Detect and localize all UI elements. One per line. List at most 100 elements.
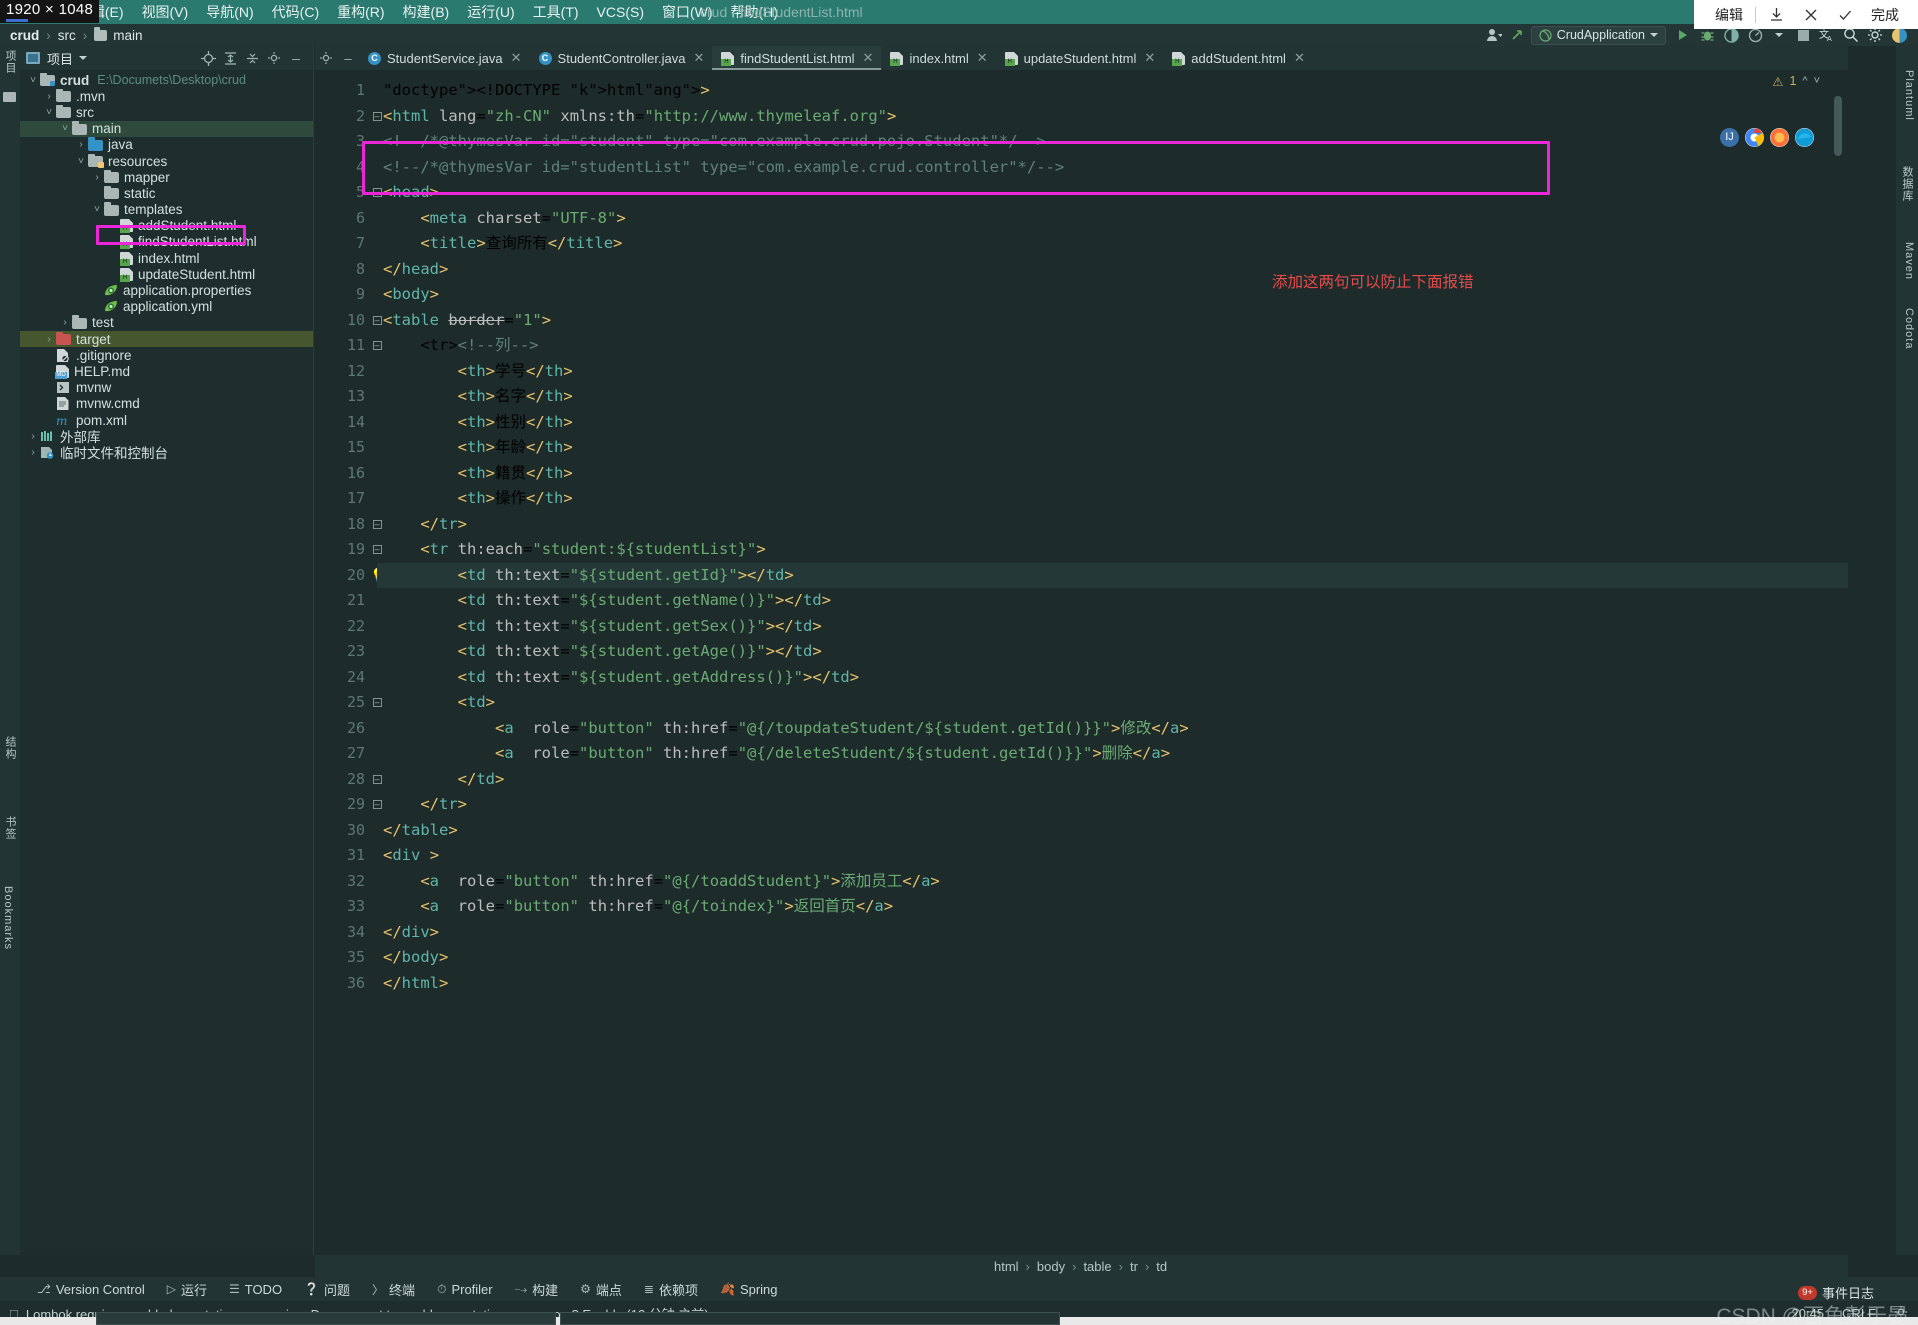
capture-edit-button[interactable]: 编辑 xyxy=(1706,0,1752,29)
code-line[interactable]: "doctype"><!DOCTYPE "k">html"ang">> xyxy=(377,78,1848,104)
breadcrumb-main[interactable]: main xyxy=(113,28,142,43)
tree-expand-arrow[interactable]: ˅ xyxy=(26,75,40,86)
tool-window-button--[interactable]: ▷ 运行 xyxy=(156,1280,218,1299)
menu-item-view[interactable]: 视图(V) xyxy=(133,0,198,24)
expand-all-icon[interactable] xyxy=(219,47,241,69)
tree-node-application-properties[interactable]: › application.properties xyxy=(20,282,313,298)
hide-editor-icon[interactable]: – xyxy=(337,46,359,70)
user-icon[interactable] xyxy=(1483,25,1505,45)
tree-node-resources[interactable]: ˅ resources xyxy=(20,153,313,169)
tool-window-maven-label[interactable]: Maven xyxy=(1903,242,1915,280)
tool-window-button-profiler[interactable]: ⏱ Profiler xyxy=(426,1282,504,1297)
tool-window-database-label[interactable]: 数据库 xyxy=(1899,166,1915,202)
tree-node-mvnw-cmd[interactable]: › mvnw.cmd xyxy=(20,396,313,412)
tree-expand-arrow[interactable]: › xyxy=(42,334,56,345)
tool-window-button--[interactable]: ❔ 问题 xyxy=(293,1280,361,1299)
tree-expand-arrow[interactable]: ˅ xyxy=(42,107,56,118)
tree-node-main[interactable]: ˅ main xyxy=(20,120,313,137)
close-icon[interactable]: ✕ xyxy=(511,50,522,66)
editor-tab-studentservice-java[interactable]: C StudentService.java ✕ xyxy=(359,46,530,70)
gear-icon[interactable] xyxy=(263,47,285,69)
code-line[interactable]: </div> xyxy=(377,920,1848,946)
tree-node-test[interactable]: › test xyxy=(20,315,313,331)
code-line[interactable]: </head> xyxy=(377,257,1848,283)
tool-window-bookmarks-label[interactable]: 书签 xyxy=(2,816,18,840)
editor-breadcrumb-tr[interactable]: tr xyxy=(1130,1259,1138,1274)
tree-node-crud[interactable]: ˅ crud E:\Documets\Desktop\crud xyxy=(20,72,313,88)
collapse-all-icon[interactable] xyxy=(241,47,263,69)
inspection-widget[interactable]: ⚠ 1 ^ ˅ xyxy=(1736,70,1824,92)
code-line[interactable]: <td th:text="${student.getAge()}"></td> xyxy=(377,639,1848,665)
editor-tab-updatestudent-html[interactable]: updateStudent.html ✕ xyxy=(996,46,1164,70)
tree-expand-arrow[interactable]: › xyxy=(58,317,72,328)
code-line[interactable]: <head> xyxy=(377,180,1848,206)
code-line[interactable]: </tr> xyxy=(377,512,1848,538)
editor-breadcrumb-body[interactable]: body xyxy=(1037,1259,1065,1274)
code-line[interactable]: <td th:text="${student.getId}"></td> xyxy=(377,562,1848,588)
code-editor[interactable]: 1 2 3 4 5 6 7 8 9 10 11 12 13 14 15 16 17 18 19 20 21 22 23 24 2… xyxy=(315,70,1848,1255)
menu-item-tools[interactable]: 工具(T) xyxy=(524,0,588,24)
code-line[interactable]: <th>籍贯</th> xyxy=(377,461,1848,487)
ide-browser-icon[interactable]: IJ xyxy=(1720,128,1739,147)
hide-panel-icon[interactable]: – xyxy=(285,47,307,69)
tool-window-button--[interactable]: ⤍ 构建 xyxy=(504,1280,570,1299)
tool-window-button-spring[interactable]: 🍂 Spring xyxy=(709,1282,789,1297)
tool-window-structure-label[interactable]: 结构 xyxy=(2,736,18,760)
menu-item-code[interactable]: 代码(C) xyxy=(263,0,328,24)
tree-node--[interactable]: › 临时文件和控制台 xyxy=(20,444,313,461)
tree-node-index-html[interactable]: › index.html xyxy=(20,250,313,266)
run-icon[interactable] xyxy=(1672,25,1694,45)
tree-node-updatestudent-html[interactable]: › updateStudent.html xyxy=(20,266,313,282)
tree-node--mvn[interactable]: › .mvn xyxy=(20,88,313,104)
close-icon[interactable] xyxy=(1794,0,1828,29)
code-line[interactable]: <a role="button" th:href="@{/toaddStuden… xyxy=(377,869,1848,895)
code-line[interactable]: <th>学号</th> xyxy=(377,359,1848,385)
code-line[interactable]: <a role="button" th:href="@{/deleteStude… xyxy=(377,741,1848,767)
tree-expand-arrow[interactable]: ˅ xyxy=(90,204,104,215)
run-configuration-selector[interactable]: CrudApplication xyxy=(1530,25,1666,45)
tree-expand-arrow[interactable]: ˅ xyxy=(74,156,88,167)
code-line[interactable]: <tr th:each="student:${studentList}"> xyxy=(377,537,1848,563)
code-line[interactable]: <a role="button" th:href="@{/toupdateStu… xyxy=(377,716,1848,742)
tool-window-button--[interactable]: ⚙ 端点 xyxy=(569,1280,633,1299)
bottom-tool-window-bar[interactable]: ⎇ Version Control ▷ 运行 ☰ TODO ❔ 问题 〉 终端 ⏱ Profiler ⤍… xyxy=(0,1277,1918,1301)
taskbar-window-1[interactable] xyxy=(96,1312,556,1325)
code-line[interactable]: <th>名字</th> xyxy=(377,384,1848,410)
tree-expand-arrow[interactable]: › xyxy=(26,431,40,442)
code-line[interactable]: <td> xyxy=(377,690,1848,716)
tree-node-application-yml[interactable]: › application.yml xyxy=(20,299,313,315)
check-icon[interactable] xyxy=(1828,0,1862,29)
editor-breadcrumb-td[interactable]: td xyxy=(1156,1259,1167,1274)
breadcrumb-src[interactable]: src xyxy=(58,28,76,43)
tree-expand-arrow[interactable]: › xyxy=(90,172,104,183)
tree-node-pom-xml[interactable]: ›mpom.xml xyxy=(20,412,313,428)
editor-tab-findstudentlist-html[interactable]: findStudentList.html ✕ xyxy=(712,46,882,70)
tree-node-java[interactable]: › java xyxy=(20,137,313,153)
tree-node-addstudent-html[interactable]: › addStudent.html xyxy=(20,218,313,234)
tree-node-target[interactable]: › target xyxy=(20,331,313,348)
menu-item-run[interactable]: 运行(U) xyxy=(458,0,523,24)
code-line[interactable]: </body> xyxy=(377,945,1848,971)
code-line[interactable]: <th>操作</th> xyxy=(377,486,1848,512)
taskbar-window-2[interactable] xyxy=(560,1312,1060,1325)
next-problem-icon[interactable]: ˅ xyxy=(1814,75,1820,87)
firefox-icon[interactable] xyxy=(1770,128,1789,147)
tool-window-button--[interactable]: ≣ 依赖项 xyxy=(633,1280,709,1299)
editor-tab-index-html[interactable]: index.html ✕ xyxy=(881,46,995,70)
menu-item-build[interactable]: 构建(B) xyxy=(394,0,459,24)
tool-window-button--[interactable]: 〉 终端 xyxy=(361,1280,426,1299)
tree-node-findstudentlist-html[interactable]: › findStudentList.html xyxy=(20,234,313,250)
code-line[interactable]: </tr> xyxy=(377,792,1848,818)
edge-icon[interactable] xyxy=(1795,128,1814,147)
code-line[interactable]: <td th:text="${student.getAddress()}"></… xyxy=(377,665,1848,691)
screen-capture-toolbar[interactable]: 编辑 完成 xyxy=(1694,0,1918,29)
project-tree[interactable]: ˅ crud E:\Documets\Desktop\crud › .mvn ˅ src ˅ m… xyxy=(20,70,313,461)
code-line[interactable]: <tr><!--列--> xyxy=(377,333,1848,359)
code-line[interactable]: <div > xyxy=(377,843,1848,869)
editor-tab-addstudent-html[interactable]: addStudent.html ✕ xyxy=(1163,46,1313,70)
editor-tab-studentcontroller-java[interactable]: C StudentController.java ✕ xyxy=(530,46,713,70)
code-line[interactable]: <!--/*@thymesVar id="studentList" type="… xyxy=(377,155,1848,181)
tool-window-plantuml-label[interactable]: Plantuml xyxy=(1903,70,1915,121)
tree-expand-arrow[interactable]: › xyxy=(74,139,88,150)
close-icon[interactable]: ✕ xyxy=(1144,50,1155,66)
